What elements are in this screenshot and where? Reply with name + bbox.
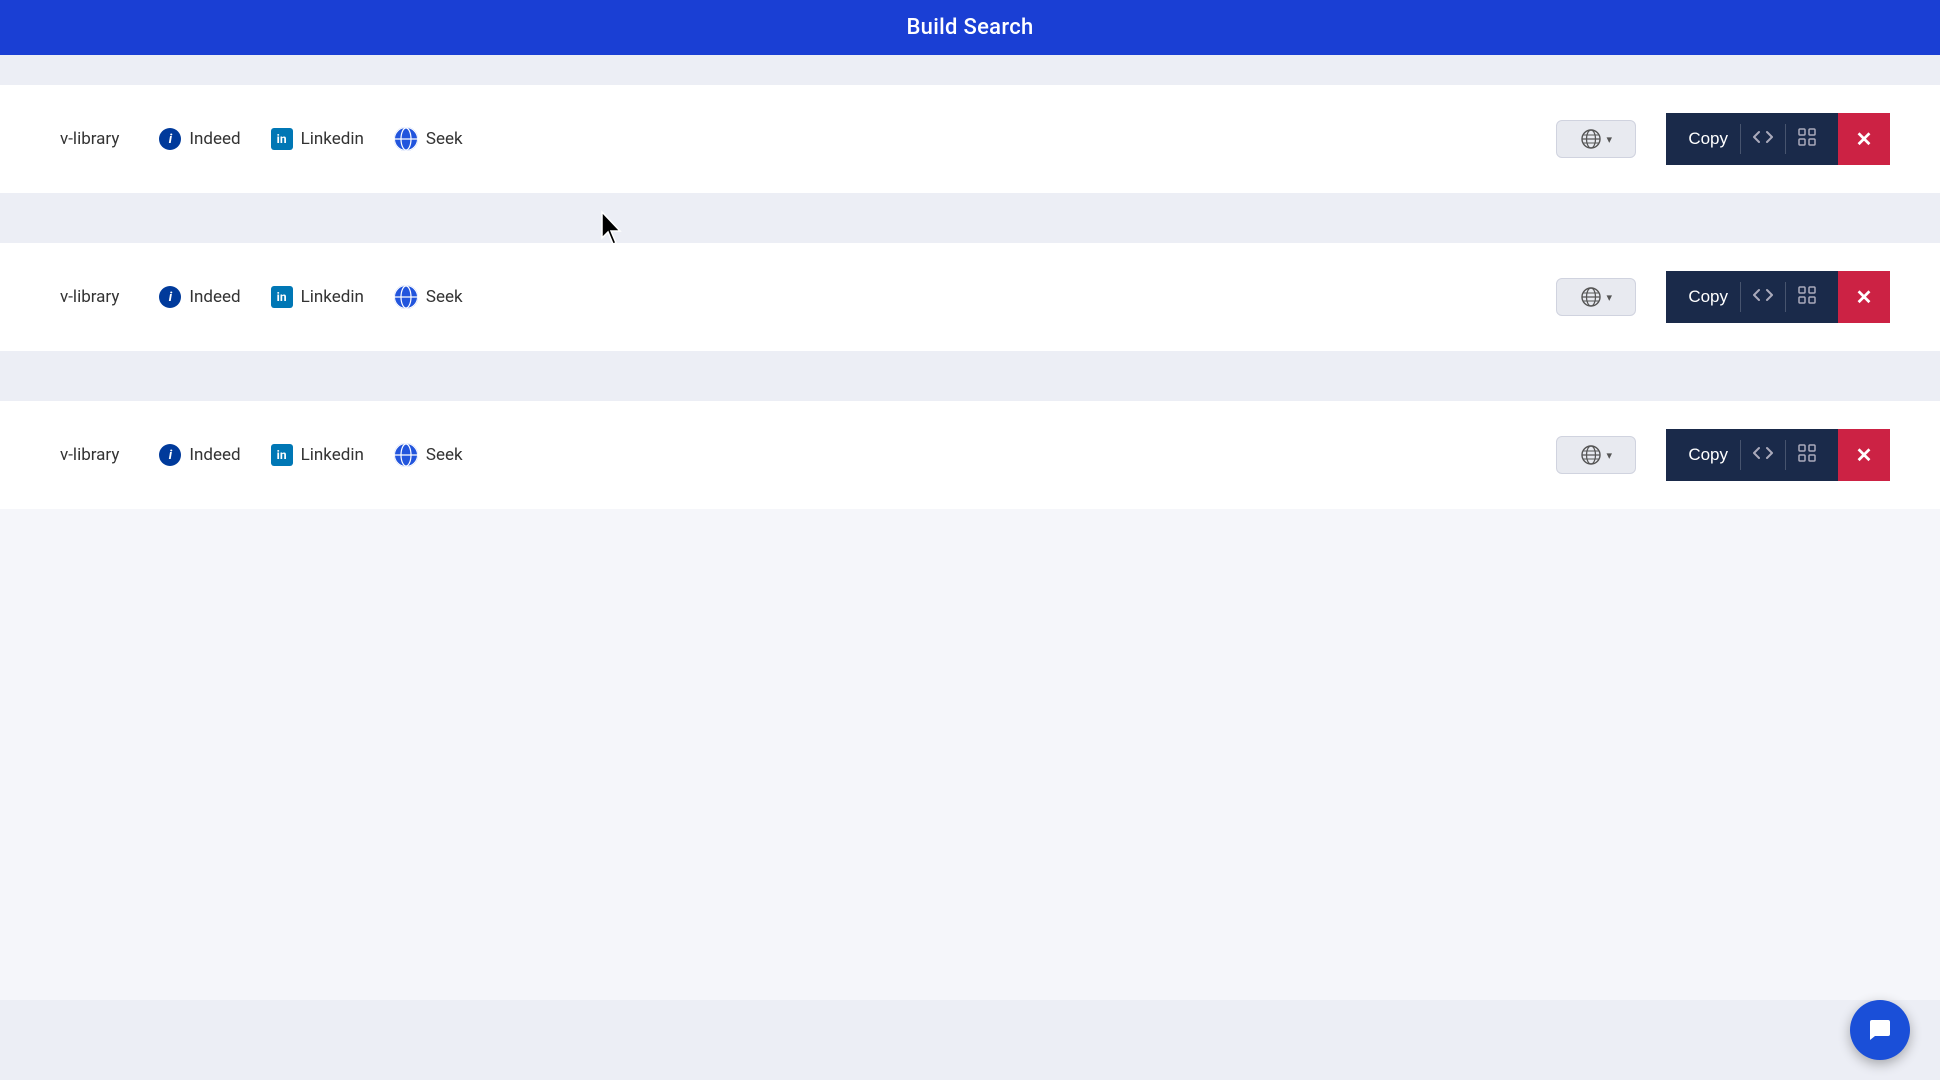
linkedin-icon-1: in [271, 128, 293, 150]
globe-dropdown-2[interactable]: ▾ [1556, 278, 1636, 316]
delete-button-1[interactable]: ✕ [1838, 113, 1890, 165]
indeed-label-2: Indeed [189, 287, 240, 307]
action-group-1: Copy [1666, 113, 1890, 165]
spacer-2 [0, 351, 1940, 401]
seek-icon-2 [394, 285, 418, 309]
indeed-platform-3[interactable]: i Indeed [159, 444, 240, 466]
seek-label-3: Seek [426, 445, 463, 465]
code-icon-3 [1753, 445, 1773, 466]
linkedin-label-3: Linkedin [301, 445, 364, 465]
code-icon-1 [1753, 129, 1773, 150]
delete-icon-1: ✕ [1856, 127, 1873, 152]
copy-button-2[interactable]: Copy [1666, 271, 1838, 323]
search-row-1: v-library i Indeed in Linkedin Seek [0, 85, 1940, 193]
indeed-icon-3: i [159, 444, 181, 466]
footer-area [0, 1000, 1940, 1080]
seek-label-1: Seek [426, 129, 463, 149]
code-icon-2 [1753, 287, 1773, 308]
divider-4 [1785, 282, 1786, 312]
platform-group-3: v-library i Indeed in Linkedin Seek [60, 443, 1536, 467]
copy-button-1[interactable]: Copy [1666, 113, 1838, 165]
linkedin-label-2: Linkedin [301, 287, 364, 307]
seek-icon-3 [394, 443, 418, 467]
platform-group-1: v-library i Indeed in Linkedin Seek [60, 127, 1536, 151]
search-row-2: v-library i Indeed in Linkedin Seek [0, 243, 1940, 351]
linkedin-icon-3: in [271, 444, 293, 466]
copy-label-3: Copy [1688, 445, 1728, 465]
chevron-down-icon-2: ▾ [1607, 291, 1613, 304]
seek-label-2: Seek [426, 287, 463, 307]
copy-button-3[interactable]: Copy [1666, 429, 1838, 481]
spacer-1 [0, 193, 1940, 243]
chevron-down-icon-1: ▾ [1607, 133, 1613, 146]
indeed-platform-2[interactable]: i Indeed [159, 286, 240, 308]
globe-dropdown-1[interactable]: ▾ [1556, 120, 1636, 158]
delete-icon-3: ✕ [1856, 443, 1873, 468]
chat-icon [1866, 1016, 1894, 1044]
linkedin-icon-2: in [271, 286, 293, 308]
grid-icon-3 [1798, 444, 1816, 467]
page-title: Build Search [906, 15, 1033, 40]
vlibrary-label-3: v-library [60, 445, 119, 465]
chevron-down-icon-3: ▾ [1607, 449, 1613, 462]
indeed-label-1: Indeed [189, 129, 240, 149]
app-header: Build Search [0, 0, 1940, 55]
indeed-icon-2: i [159, 286, 181, 308]
chat-button[interactable] [1850, 1000, 1910, 1060]
divider-2 [1785, 124, 1786, 154]
action-group-2: Copy [1666, 271, 1890, 323]
divider-6 [1785, 440, 1786, 470]
grid-icon-1 [1798, 128, 1816, 151]
globe-dropdown-3[interactable]: ▾ [1556, 436, 1636, 474]
linkedin-platform-2[interactable]: in Linkedin [271, 286, 364, 308]
linkedin-platform-3[interactable]: in Linkedin [271, 444, 364, 466]
linkedin-label-1: Linkedin [301, 129, 364, 149]
copy-label-2: Copy [1688, 287, 1728, 307]
seek-platform-2[interactable]: Seek [394, 285, 463, 309]
delete-icon-2: ✕ [1856, 285, 1873, 310]
divider-3 [1740, 282, 1741, 312]
search-row-3: v-library i Indeed in Linkedin Seek [0, 401, 1940, 509]
delete-button-3[interactable]: ✕ [1838, 429, 1890, 481]
globe-icon-3 [1581, 445, 1601, 465]
vlibrary-label-2: v-library [60, 287, 119, 307]
action-group-3: Copy [1666, 429, 1890, 481]
vlibrary-label-1: v-library [60, 129, 119, 149]
copy-label-1: Copy [1688, 129, 1728, 149]
indeed-label-3: Indeed [189, 445, 240, 465]
platform-group-2: v-library i Indeed in Linkedin Seek [60, 285, 1536, 309]
seek-icon-1 [394, 127, 418, 151]
indeed-icon-1: i [159, 128, 181, 150]
globe-icon-2 [1581, 287, 1601, 307]
seek-platform-1[interactable]: Seek [394, 127, 463, 151]
top-spacer [0, 55, 1940, 85]
globe-icon-1 [1581, 129, 1601, 149]
linkedin-platform-1[interactable]: in Linkedin [271, 128, 364, 150]
indeed-platform-1[interactable]: i Indeed [159, 128, 240, 150]
seek-platform-3[interactable]: Seek [394, 443, 463, 467]
divider-1 [1740, 124, 1741, 154]
delete-button-2[interactable]: ✕ [1838, 271, 1890, 323]
grid-icon-2 [1798, 286, 1816, 309]
divider-5 [1740, 440, 1741, 470]
